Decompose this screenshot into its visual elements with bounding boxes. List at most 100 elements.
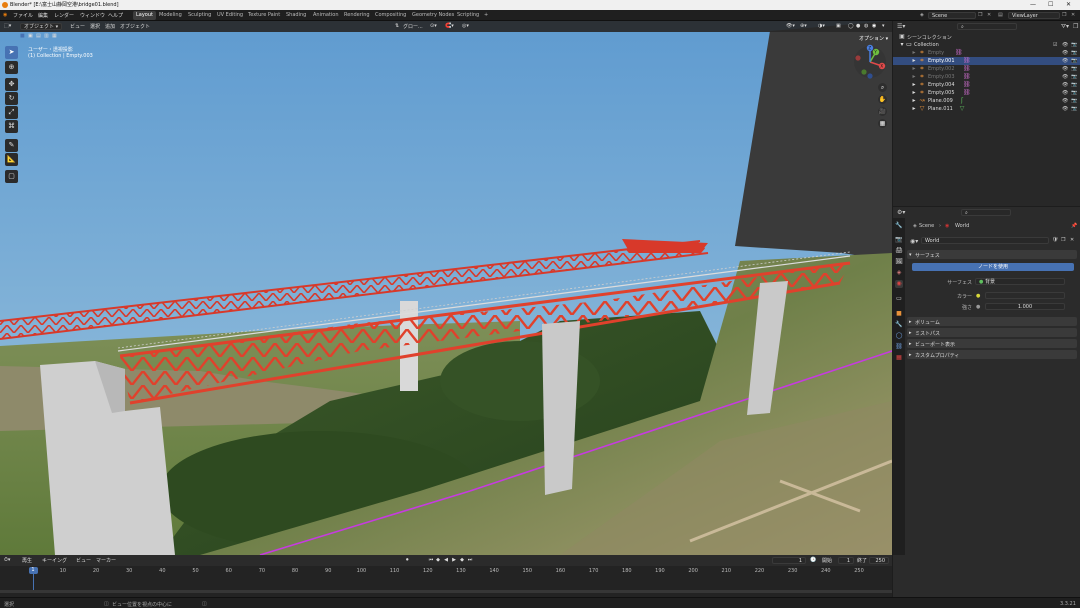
3d-viewport[interactable]	[0, 21, 892, 555]
viewport-options-button[interactable]: オプション ▾	[859, 35, 888, 42]
shading-solid-icon[interactable]: ●	[856, 23, 860, 29]
visibility-eye-icon[interactable]: 👁	[1062, 66, 1068, 72]
rotate-tool[interactable]: ↻	[5, 92, 18, 105]
outliner-scene-collection[interactable]: ▣ シーンコレクション	[893, 33, 1080, 42]
menu-marker[interactable]: マーカー	[96, 557, 116, 564]
tab-render-icon[interactable]: 📷	[895, 236, 903, 244]
jump-keyframe-back-icon[interactable]: ◆	[435, 557, 441, 564]
gizmo-toggle-icon[interactable]: ⊕▾	[800, 23, 807, 29]
panel-custom-props-header[interactable]: ▸ カスタムプロパティ	[907, 350, 1077, 359]
tab-shading[interactable]: Shading	[283, 11, 309, 20]
menu-timeline-view[interactable]: ビュー	[76, 557, 91, 564]
shading-options-icon[interactable]: ▾	[882, 23, 885, 29]
overlay-toggle-icon[interactable]: ◑▾	[818, 23, 825, 29]
transform-orientation-select[interactable]: グロー...	[403, 23, 423, 30]
cursor-tool[interactable]: ⊕	[5, 61, 18, 74]
outliner-item-empty-004[interactable]: ▸ ⌗ Empty.004 ⛓ 👁 📷	[893, 81, 1080, 89]
shading-rendered-icon[interactable]: ◉	[872, 23, 876, 29]
tab-object-icon[interactable]: ■	[895, 310, 903, 318]
tab-rendering[interactable]: Rendering	[341, 11, 373, 20]
tab-layout[interactable]: Layout	[133, 11, 156, 20]
tab-physics-icon[interactable]: ◯	[895, 332, 903, 340]
menu-render[interactable]: レンダー	[54, 12, 74, 19]
editor-type-icon[interactable]: ⬚▾	[4, 23, 11, 29]
tab-output-icon[interactable]: 🖨	[895, 247, 903, 255]
outliner-search-input[interactable]: ⌕	[957, 23, 1017, 30]
collection-visibility-eye-icon[interactable]: 👁	[1062, 42, 1068, 48]
tab-scripting[interactable]: Scripting	[454, 11, 482, 20]
add-cube-tool[interactable]: ▢	[5, 170, 18, 183]
panel-surface-header[interactable]: ▾ サーフェス	[907, 250, 1077, 259]
preview-range-icon[interactable]: 🕓	[810, 557, 816, 563]
new-scene-icon[interactable]: ❐	[978, 12, 982, 18]
menu-object[interactable]: オブジェクト	[120, 23, 150, 30]
menu-edit[interactable]: 編集	[38, 12, 48, 19]
new-viewlayer-icon[interactable]: ❐	[1062, 12, 1066, 18]
visibility-eye-icon[interactable]: 👁	[1062, 74, 1068, 80]
jump-start-icon[interactable]: ⏮	[428, 557, 434, 564]
delete-viewlayer-icon[interactable]: ✕	[1071, 12, 1075, 18]
play-icon[interactable]: ▶	[451, 557, 457, 564]
select-intersect-icon[interactable]: ▦	[52, 33, 57, 39]
mode-select[interactable]: オブジェクト ▾	[20, 23, 62, 30]
panel-viewport-display-header[interactable]: ▸ ビューポート表示	[907, 339, 1077, 348]
close-button[interactable]: ✕	[1066, 1, 1071, 8]
select-invert-icon[interactable]: ▥	[44, 33, 49, 39]
jump-end-icon[interactable]: ⏭	[467, 557, 473, 564]
outliner-item-empty-001[interactable]: ▸ ⌗ Empty.001 ⛓ 👁 📷	[893, 57, 1080, 65]
timeline-scrollbar[interactable]	[0, 590, 892, 593]
move-tool[interactable]: ✥	[5, 78, 18, 91]
navigation-gizmo[interactable]: X Y Z	[852, 44, 888, 80]
visibility-eye-icon[interactable]: 👁	[1062, 98, 1068, 104]
fake-user-icon[interactable]: 🛡	[1052, 237, 1058, 243]
render-camera-icon[interactable]: 📷	[1071, 66, 1077, 72]
panel-volume-header[interactable]: ▸ ボリューム	[907, 317, 1077, 326]
blender-menu-icon[interactable]: ◉	[3, 12, 7, 18]
menu-view[interactable]: ビュー	[70, 23, 85, 30]
color-socket-icon[interactable]: ●	[976, 293, 980, 299]
tab-animation[interactable]: Animation	[310, 11, 342, 20]
collection-exclude-checkbox[interactable]: ☑	[1053, 42, 1057, 48]
snap-icon[interactable]: 🧲▾	[445, 23, 454, 29]
add-workspace-button[interactable]: +	[481, 11, 491, 20]
zoom-icon[interactable]: ⌕	[878, 83, 887, 92]
render-camera-icon[interactable]: 📷	[1071, 98, 1077, 104]
outliner-item-plane-009[interactable]: ▸ ↝ Plane.009 ʃ 👁 📷	[893, 97, 1080, 105]
perspective-toggle-icon[interactable]: ▦	[878, 119, 887, 128]
outliner-item-empty-002[interactable]: ▸ ⌗ Empty.002 ⛓ 👁 📷	[893, 65, 1080, 73]
proportional-edit-icon[interactable]: ◎▾	[462, 23, 469, 29]
menu-keying[interactable]: キーイング	[42, 557, 67, 564]
menu-playback[interactable]: 再生	[22, 557, 32, 564]
pin-icon[interactable]: 📌	[1071, 223, 1077, 229]
minimize-button[interactable]: —	[1030, 1, 1036, 8]
collection-render-camera-icon[interactable]: 📷	[1071, 42, 1077, 48]
play-reverse-icon[interactable]: ◀	[443, 557, 449, 564]
pivot-icon[interactable]: ⊙▾	[430, 23, 437, 29]
tab-tool-icon[interactable]: 🔧	[895, 222, 903, 230]
visibility-icon[interactable]: 👁▾	[786, 23, 795, 29]
render-camera-icon[interactable]: 📷	[1071, 106, 1077, 112]
tab-collection-icon[interactable]: ▭	[895, 295, 903, 303]
render-camera-icon[interactable]: 📷	[1071, 82, 1077, 88]
render-camera-icon[interactable]: 📷	[1071, 90, 1077, 96]
expand-collection-icon[interactable]: ▾	[899, 42, 905, 48]
tab-compositing[interactable]: Compositing	[372, 11, 409, 20]
select-subtract-icon[interactable]: ▤	[36, 33, 41, 39]
select-box-tool[interactable]: ➤	[5, 46, 18, 59]
properties-search-input[interactable]: ⌕	[961, 209, 1011, 216]
tab-texture-paint[interactable]: Texture Paint	[245, 11, 283, 20]
expand-item-icon[interactable]: ▸	[911, 90, 917, 96]
visibility-eye-icon[interactable]: 👁	[1062, 82, 1068, 88]
scene-field[interactable]: Scene	[928, 12, 976, 19]
visibility-eye-icon[interactable]: 👁	[1062, 90, 1068, 96]
tab-modifier-icon[interactable]: 🔧	[895, 321, 903, 329]
expand-item-icon[interactable]: ▸	[911, 50, 917, 56]
transform-tool[interactable]: ⌘	[5, 120, 18, 133]
render-camera-icon[interactable]: 📷	[1071, 58, 1077, 64]
filter-icon[interactable]: ⛛▾	[1061, 23, 1069, 31]
timeline-current-frame-marker[interactable]: 1	[28, 567, 38, 574]
shading-wireframe-icon[interactable]: ◯	[848, 23, 854, 29]
shading-material-icon[interactable]: ◍	[864, 23, 868, 29]
select-new-icon[interactable]: ■	[20, 33, 25, 39]
delete-scene-icon[interactable]: ✕	[987, 12, 991, 18]
